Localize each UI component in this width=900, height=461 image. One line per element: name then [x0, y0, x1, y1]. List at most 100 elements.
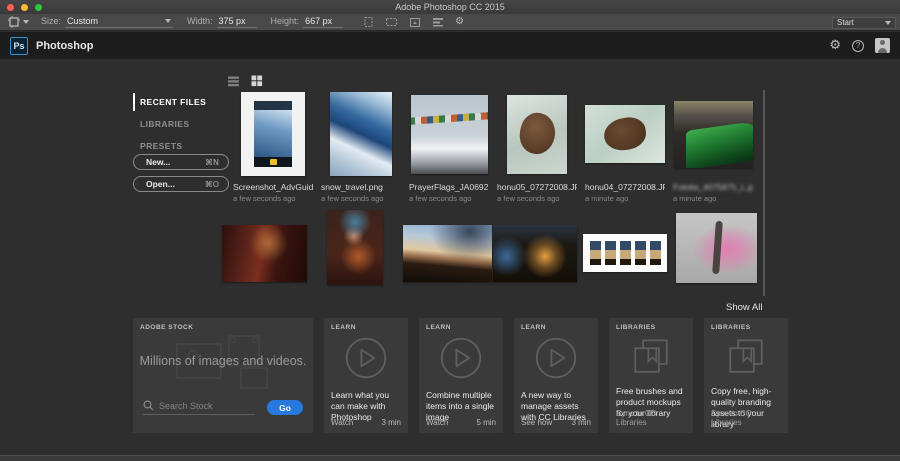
portrait-orientation-icon[interactable]	[363, 16, 374, 28]
file-name: honu04_07272008.JPG	[585, 182, 665, 192]
width-input[interactable]: 375 px	[217, 16, 257, 28]
card-label: ADOBE STOCK	[140, 324, 193, 331]
thumbnail-art	[620, 241, 631, 265]
library-icon	[630, 336, 672, 378]
recent-file-thumbnail[interactable]	[222, 225, 307, 282]
recent-file-thumbnail[interactable]	[327, 210, 383, 285]
recent-file-thumbnail[interactable]	[493, 225, 577, 282]
sidebar-item-presets[interactable]: PRESETS	[133, 137, 233, 155]
file-name: Screenshot_AdvGuide_iPho...	[233, 182, 313, 192]
file-thumbnail[interactable]	[674, 101, 753, 168]
recent-file-thumbnail[interactable]	[403, 225, 492, 282]
adobe-stock-card[interactable]: ADOBE STOCK Millions of images and video…	[133, 318, 313, 433]
photoshop-logo: Ps	[10, 37, 28, 55]
scrollbar[interactable]	[763, 90, 765, 296]
file-name-redacted: Fotolia_4075875_L.jpg	[673, 182, 753, 192]
settings-gear-icon[interactable]: ⚙	[829, 39, 841, 52]
close-window-button[interactable]	[7, 4, 14, 11]
learn-card[interactable]: LEARN A new way to manage assets with CC…	[514, 318, 598, 433]
search-icon	[143, 400, 154, 411]
recent-files-row-1: Screenshot_AdvGuide_iPho... a few second…	[233, 90, 753, 203]
card-action[interactable]: Sync to CC Libraries	[711, 409, 781, 427]
file-timestamp: a few seconds ago	[409, 194, 489, 203]
card-label: LEARN	[331, 324, 356, 331]
libraries-card[interactable]: LIBRARIES Copy free, high-quality brandi…	[704, 318, 788, 433]
new-button[interactable]: New... ⌘N	[133, 154, 229, 170]
recent-file[interactable]: PrayerFlags_JA0692.jpg a few seconds ago	[409, 90, 489, 203]
user-avatar[interactable]	[875, 38, 890, 53]
window-title: Adobe Photoshop CC 2015	[0, 2, 900, 12]
thumbnail-art	[686, 121, 752, 167]
card-duration: 5 min	[476, 418, 496, 427]
file-thumbnail[interactable]	[411, 95, 488, 174]
play-icon[interactable]	[439, 336, 483, 380]
promo-cards-row: ADOBE STOCK Millions of images and video…	[133, 318, 788, 433]
recent-file[interactable]: snow_travel.png a few seconds ago	[321, 90, 401, 203]
open-button[interactable]: Open... ⌘O	[133, 176, 229, 192]
chevron-down-icon	[885, 21, 891, 25]
recent-file[interactable]: Fotolia_4075875_L.jpg a minute ago	[673, 90, 753, 203]
file-thumbnail[interactable]	[330, 92, 392, 176]
avatar-head	[880, 40, 885, 45]
new-artboard-icon[interactable]	[409, 16, 421, 28]
height-input[interactable]: 667 px	[303, 16, 343, 28]
show-all-link[interactable]: Show All	[726, 302, 762, 313]
file-thumbnail[interactable]	[585, 105, 665, 163]
card-action[interactable]: See how	[521, 418, 552, 427]
file-timestamp: a few seconds ago	[497, 194, 577, 203]
card-duration: 3 min	[571, 418, 591, 427]
list-view-icon[interactable]	[228, 76, 240, 87]
thumbnail-art	[650, 241, 661, 265]
file-name: PrayerFlags_JA0692.jpg	[409, 182, 489, 192]
recent-file[interactable]: honu04_07272008.JPG a minute ago	[585, 90, 665, 203]
card-duration: 3 min	[381, 418, 401, 427]
workspace-switcher[interactable]: Start	[832, 17, 896, 29]
options-settings-gear-icon[interactable]: ⚙	[455, 17, 464, 27]
photoshop-window: Adobe Photoshop CC 2015 Size: Custom Wid…	[0, 0, 900, 461]
size-select[interactable]: Custom	[65, 16, 173, 28]
view-toggles	[228, 75, 263, 87]
sidebar-item-libraries[interactable]: LIBRARIES	[133, 115, 233, 133]
file-name: honu05_07272008.JPG	[497, 182, 577, 192]
tool-preset-picker[interactable]	[8, 16, 29, 28]
grid-view-icon[interactable]	[251, 75, 263, 87]
minimize-window-button[interactable]	[21, 4, 28, 11]
search-stock-input[interactable]: Search Stock	[143, 400, 255, 415]
card-label: LEARN	[521, 324, 546, 331]
thumbnail-art	[590, 241, 601, 265]
recent-file-thumbnail[interactable]	[583, 234, 667, 272]
sidebar-item-recent-files[interactable]: RECENT FILES	[133, 93, 233, 111]
app-header: Ps Photoshop ⚙ ?	[0, 32, 900, 59]
card-action[interactable]: Watch	[426, 418, 448, 427]
help-icon[interactable]: ?	[852, 40, 864, 52]
landscape-orientation-icon[interactable]	[385, 16, 398, 28]
chevron-down-icon	[165, 19, 171, 23]
align-stack-icon[interactable]	[432, 17, 444, 27]
zoom-window-button[interactable]	[35, 4, 42, 11]
recent-file[interactable]: Screenshot_AdvGuide_iPho... a few second…	[233, 90, 313, 203]
learn-card[interactable]: LEARN Learn what you can make with Photo…	[324, 318, 408, 433]
recent-file-thumbnail[interactable]	[676, 213, 757, 283]
learn-card[interactable]: LEARN Combine multiple items into a sing…	[419, 318, 503, 433]
file-name: snow_travel.png	[321, 182, 401, 192]
thumbnail-art	[411, 112, 488, 125]
go-button[interactable]: Go	[267, 400, 303, 415]
libraries-card[interactable]: LIBRARIES Free brushes and product mocku…	[609, 318, 693, 433]
file-timestamp: a minute ago	[673, 194, 753, 203]
thumbnail-art	[602, 115, 648, 153]
file-thumbnail[interactable]	[507, 95, 567, 174]
artboard-tool-icon	[8, 16, 20, 28]
recent-file[interactable]: honu05_07272008.JPG a few seconds ago	[497, 90, 577, 203]
sidebar-nav: RECENT FILES LIBRARIES PRESETS	[133, 93, 233, 159]
file-thumbnail[interactable]	[241, 92, 305, 176]
avatar-body	[878, 48, 887, 53]
size-label: Size:	[41, 16, 61, 26]
stock-headline: Millions of images and videos.	[133, 354, 313, 368]
file-timestamp: a few seconds ago	[321, 194, 401, 203]
card-action[interactable]: Sync to CC Libraries	[616, 409, 686, 427]
play-icon[interactable]	[534, 336, 578, 380]
thumbnail-art	[605, 241, 616, 265]
play-icon[interactable]	[344, 336, 388, 380]
card-action[interactable]: Watch	[331, 418, 353, 427]
height-label: Height:	[271, 16, 300, 26]
